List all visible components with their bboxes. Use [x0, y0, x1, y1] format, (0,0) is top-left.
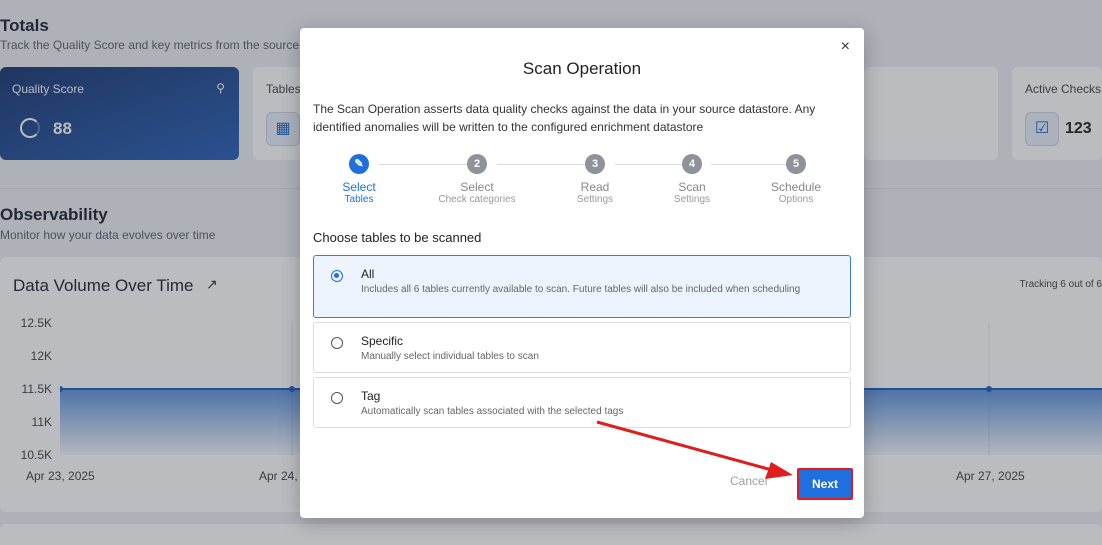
option-description: Manually select individual tables to sca…	[361, 351, 539, 362]
step-number: 2	[467, 154, 487, 174]
option-tag[interactable]: Tag Automatically scan tables associated…	[313, 377, 851, 428]
option-specific[interactable]: Specific Manually select individual tabl…	[313, 322, 851, 373]
option-title: Specific	[361, 334, 404, 348]
step-number: 5	[786, 154, 806, 174]
step-label: Read	[580, 180, 610, 194]
next-button[interactable]: Next	[797, 468, 853, 500]
radio-all[interactable]	[331, 270, 343, 282]
radio-specific[interactable]	[331, 337, 343, 349]
step-check-categories[interactable]: 2 Select Check categories	[422, 154, 532, 205]
dialog-title: Scan Operation	[522, 59, 642, 78]
pencil-icon: ✎	[349, 154, 369, 174]
option-all[interactable]: All Includes all 6 tables currently avai…	[313, 255, 851, 318]
stepper: ✎ Select Tables 2 Select Check categorie…	[313, 154, 853, 214]
step-sub: Settings	[576, 194, 614, 205]
step-select-tables[interactable]: ✎ Select Tables	[304, 154, 414, 205]
step-sub: Options	[778, 194, 814, 205]
scan-operation-dialog: × Scan Operation The Scan Operation asse…	[300, 28, 864, 518]
radio-tag[interactable]	[331, 392, 343, 404]
step-sub: Check categories	[438, 194, 516, 205]
step-label: Schedule	[770, 180, 822, 194]
step-read-settings[interactable]: 3 Read Settings	[540, 154, 650, 205]
step-label: Select	[342, 180, 376, 194]
option-description: Automatically scan tables associated wit…	[361, 406, 624, 417]
dialog-description: The Scan Operation asserts data quality …	[313, 102, 816, 134]
step-scan-settings[interactable]: 4 Scan Settings	[637, 154, 747, 205]
choose-tables-label: Choose tables to be scanned	[313, 230, 482, 245]
step-number: 4	[682, 154, 702, 174]
close-icon[interactable]: ×	[841, 38, 850, 56]
option-title: All	[361, 267, 375, 281]
step-schedule-options[interactable]: 5 Schedule Options	[741, 154, 851, 205]
step-sub: Settings	[673, 194, 711, 205]
option-description: Includes all 6 tables currently availabl…	[361, 284, 801, 295]
step-number: 3	[585, 154, 605, 174]
step-sub: Tables	[344, 194, 374, 205]
step-label: Scan	[678, 180, 706, 194]
cancel-button[interactable]: Cancel	[730, 474, 767, 488]
option-title: Tag	[361, 389, 381, 403]
step-label: Select	[460, 180, 494, 194]
